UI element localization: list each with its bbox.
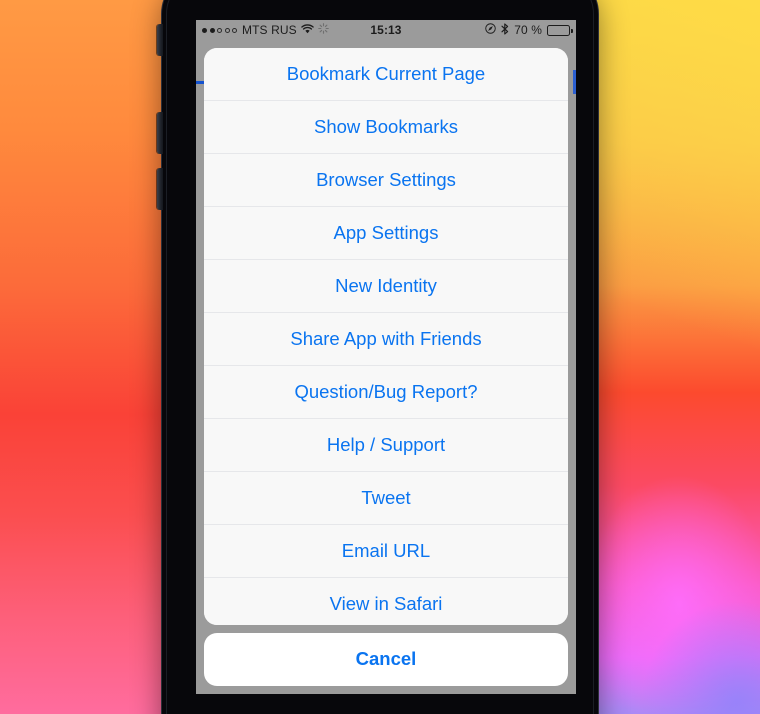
location-arrow-icon bbox=[485, 23, 496, 37]
action-sheet-item-email-url[interactable]: Email URL bbox=[204, 525, 568, 578]
action-sheet-item-show-bookmarks[interactable]: Show Bookmarks bbox=[204, 101, 568, 154]
screenshot-stage: MTS RUS 15:13 70 % Bookmark Current Page… bbox=[0, 0, 760, 714]
action-sheet: Bookmark Current Page Show Bookmarks Bro… bbox=[196, 40, 576, 694]
volume-up-button[interactable] bbox=[157, 112, 163, 154]
cancel-button[interactable]: Cancel bbox=[204, 632, 568, 686]
signal-strength-dots bbox=[202, 27, 237, 33]
mute-switch[interactable] bbox=[157, 24, 163, 56]
action-sheet-item-view-in-safari[interactable]: View in Safari bbox=[204, 578, 568, 625]
signal-dot-empty bbox=[224, 27, 230, 33]
signal-dot-filled bbox=[202, 27, 207, 33]
action-sheet-item-browser-settings[interactable]: Browser Settings bbox=[204, 154, 568, 207]
wallpaper-purple-glow bbox=[640, 600, 760, 714]
battery-icon bbox=[547, 24, 573, 36]
signal-dot-empty bbox=[232, 27, 237, 33]
action-sheet-item-question-bug-report[interactable]: Question/Bug Report? bbox=[204, 366, 568, 419]
action-sheet-item-new-identity[interactable]: New Identity bbox=[204, 260, 568, 313]
action-sheet-item-help-support[interactable]: Help / Support bbox=[204, 419, 568, 472]
status-bar: MTS RUS 15:13 70 % bbox=[196, 20, 576, 40]
bluetooth-icon bbox=[501, 22, 509, 38]
status-bar-right: 70 % bbox=[386, 22, 573, 38]
action-sheet-option-list: Bookmark Current Page Show Bookmarks Bro… bbox=[204, 48, 568, 625]
action-sheet-item-tweet[interactable]: Tweet bbox=[204, 472, 568, 525]
action-sheet-item-bookmark-current-page[interactable]: Bookmark Current Page bbox=[204, 48, 568, 101]
iphone-device-frame: MTS RUS 15:13 70 % Bookmark Current Page… bbox=[157, 0, 598, 714]
action-sheet-item-app-settings[interactable]: App Settings bbox=[204, 207, 568, 260]
signal-dot-empty bbox=[217, 27, 222, 33]
wifi-icon bbox=[300, 23, 314, 37]
action-sheet-item-share-app-with-friends[interactable]: Share App with Friends bbox=[204, 313, 568, 366]
volume-down-button[interactable] bbox=[157, 168, 163, 210]
phone-screen: MTS RUS 15:13 70 % Bookmark Current Page… bbox=[196, 20, 576, 694]
carrier-label: MTS RUS bbox=[242, 23, 297, 37]
activity-spinner-icon bbox=[317, 23, 329, 37]
battery-percentage-label: 70 % bbox=[514, 23, 542, 37]
signal-dot-filled bbox=[209, 27, 215, 33]
status-bar-left: MTS RUS bbox=[202, 23, 386, 37]
